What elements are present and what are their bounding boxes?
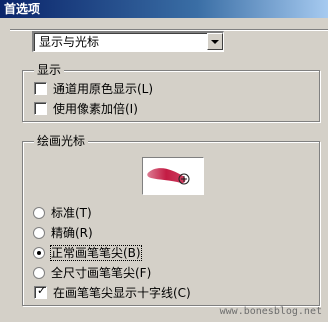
brush-cursor-preview	[142, 157, 204, 195]
radio-selected-dot	[37, 251, 41, 255]
dropdown-button[interactable]	[207, 33, 223, 50]
brush-stroke-preview	[147, 168, 190, 185]
painting-cursor-group-legend: 绘画光标	[34, 134, 89, 148]
crosshair-checkbox[interactable]: ✓	[34, 284, 47, 299]
dropdown-value: 显示与光标	[39, 35, 100, 49]
preferences-section-dropdown[interactable]: 显示与光标	[32, 31, 224, 52]
window-title: 首选项	[4, 2, 41, 16]
radio-row-normal-brush-tip[interactable]: 正常画笔笔尖(B)	[33, 245, 142, 261]
full-size-brush-tip-radio[interactable]	[33, 267, 45, 279]
standard-radio[interactable]	[33, 207, 45, 219]
checkbox-row-pixel-doubling[interactable]: 使用像素加倍(I)	[34, 101, 138, 117]
checkbox-row-channel-color[interactable]: 通道用原色显示(L)	[34, 81, 153, 97]
radio-row-precise[interactable]: 精确(R)	[33, 225, 93, 241]
channel-color-label: 通道用原色显示(L)	[53, 82, 154, 96]
watermark: www.bonesblog.net	[219, 306, 322, 317]
normal-brush-tip-radio[interactable]	[33, 247, 45, 259]
display-group-legend: 显示	[34, 63, 65, 77]
precise-radio[interactable]	[33, 227, 45, 239]
normal-brush-tip-label: 正常画笔笔尖(B)	[50, 245, 142, 261]
standard-label: 标准(T)	[51, 206, 92, 220]
title-bar: 首选项	[0, 0, 328, 18]
checkbox-row-crosshair[interactable]: ✓ 在画笔笔尖显示十字线(C)	[34, 284, 191, 301]
pixel-doubling-label: 使用像素加倍(I)	[53, 102, 138, 116]
radio-row-full-size-brush-tip[interactable]: 全尺寸画笔笔尖(F)	[33, 265, 151, 281]
crosshair-label: 在画笔笔尖显示十字线(C)	[53, 286, 191, 300]
channel-color-checkbox[interactable]	[34, 82, 47, 95]
chevron-down-icon	[211, 40, 219, 44]
radio-row-standard[interactable]: 标准(T)	[33, 205, 92, 221]
preferences-window: 首选项 显示与光标 显示 通道用原色显示(L) 使用像素加倍(I) 绘画光标 标…	[0, 0, 328, 322]
checkmark-icon: ✓	[37, 284, 47, 297]
full-size-brush-tip-label: 全尺寸画笔笔尖(F)	[51, 266, 152, 280]
precise-label: 精确(R)	[51, 226, 93, 240]
pixel-doubling-checkbox[interactable]	[34, 102, 47, 115]
